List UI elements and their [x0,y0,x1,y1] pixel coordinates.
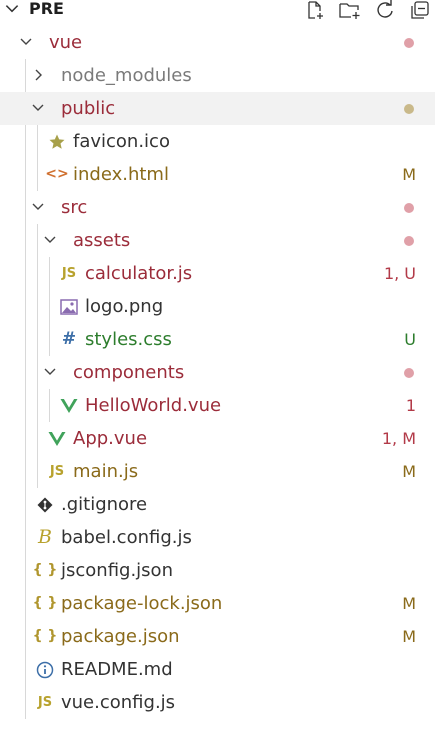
tree-item-label: babel.config.js [61,527,192,548]
json-icon: { } [32,562,58,578]
status-dot [404,38,414,48]
tree-file[interactable]: logo.png [0,290,435,323]
html-icon: <> [45,166,69,182]
tree-item-label: .gitignore [61,494,148,515]
chevron-right-icon[interactable] [30,67,46,83]
git-status-badge: M [402,165,416,184]
tree-item-label: README.md [61,659,173,680]
tree-file[interactable]: { } package.json M [0,620,435,653]
babel-icon: B [38,526,52,548]
git-status-badge: M [402,462,416,481]
tree-item-label: vue.config.js [61,692,176,713]
chevron-down-icon[interactable] [18,34,34,50]
tree-item-label: HelloWorld.vue [85,395,222,416]
js-icon: JS [37,695,53,710]
git-status-badge: M [402,627,416,646]
tree-item-label: assets [73,230,131,251]
js-icon: JS [61,266,77,281]
chevron-down-icon[interactable] [42,364,58,380]
tree-item-label: favicon.ico [73,131,170,152]
chevron-down-icon[interactable] [30,100,46,116]
chevron-down-icon[interactable] [3,0,21,18]
tree-file[interactable]: favicon.ico [0,125,435,158]
json-icon: { } [32,628,58,644]
tree-item-label: node_modules [61,65,192,86]
tree-file[interactable]: Bbabel.config.js [0,521,435,554]
tree-file[interactable]: JS vue.config.js [0,686,435,719]
tree-folder[interactable]: src [0,191,435,224]
tree-item-label: index.html [73,164,169,185]
tree-file[interactable]: App.vue 1, M [0,422,435,455]
tree-item-label: package.json [61,626,180,647]
info-icon [35,653,55,686]
tree-item-label: package-lock.json [61,593,223,614]
status-dot [404,368,414,378]
tree-item-label: src [61,197,88,218]
tree-item-label: vue [49,32,83,53]
git-status-badge: 1 [405,396,416,415]
css-icon: # [61,329,77,349]
tree-item-label: public [61,98,116,119]
tree-folder[interactable]: vue [0,26,435,59]
tree-item-label: calculator.js [85,263,193,284]
explorer-header[interactable]: PRE [0,0,435,20]
git-status-badge: 1, U [383,264,416,283]
git-status-badge: M [402,594,416,613]
tree-file[interactable]: JS calculator.js 1, U [0,257,435,290]
explorer-actions [302,0,433,22]
status-dot [404,203,414,213]
tree-file[interactable]: <> index.html M [0,158,435,191]
tree-item-label: components [73,362,185,383]
collapse-all-icon[interactable] [407,0,433,22]
vue-icon [59,389,79,422]
tree-item-label: main.js [73,461,139,482]
chevron-down-icon[interactable] [42,232,58,248]
tree-item-label: styles.css [85,329,172,350]
tree-folder[interactable]: assets [0,224,435,257]
new-folder-icon[interactable] [337,0,363,22]
tree-file[interactable]: # styles.css U [0,323,435,356]
refresh-icon[interactable] [372,0,398,22]
git-status-badge: 1, M [381,429,416,448]
tree-file[interactable]: { } jsconfig.json [0,554,435,587]
tree-item-label: jsconfig.json [61,560,173,581]
tree-file[interactable]: HelloWorld.vue 1 [0,389,435,422]
vue-icon [47,422,67,455]
explorer-title: PRE [29,0,64,18]
tree-file[interactable]: README.md [0,653,435,686]
tree-item-label: App.vue [73,428,148,449]
file-explorer: PRE vue node_modules public favicon.ico … [0,0,435,732]
json-icon: { } [32,595,58,611]
git-status-badge: U [404,330,416,349]
chevron-down-icon[interactable] [30,199,46,215]
status-dot [404,104,414,114]
tree-file[interactable]: .gitignore [0,488,435,521]
tree-folder[interactable]: node_modules [0,59,435,92]
new-file-icon[interactable] [302,0,328,22]
git-icon [35,488,55,521]
js-icon: JS [49,464,65,479]
tree-file[interactable]: { } package-lock.json M [0,587,435,620]
image-icon [59,290,79,323]
status-dot [404,236,414,246]
star-icon [47,125,67,158]
tree-folder[interactable]: public [0,92,435,125]
tree-folder[interactable]: components [0,356,435,389]
tree-item-label: logo.png [85,296,164,317]
tree-file[interactable]: JS main.js M [0,455,435,488]
